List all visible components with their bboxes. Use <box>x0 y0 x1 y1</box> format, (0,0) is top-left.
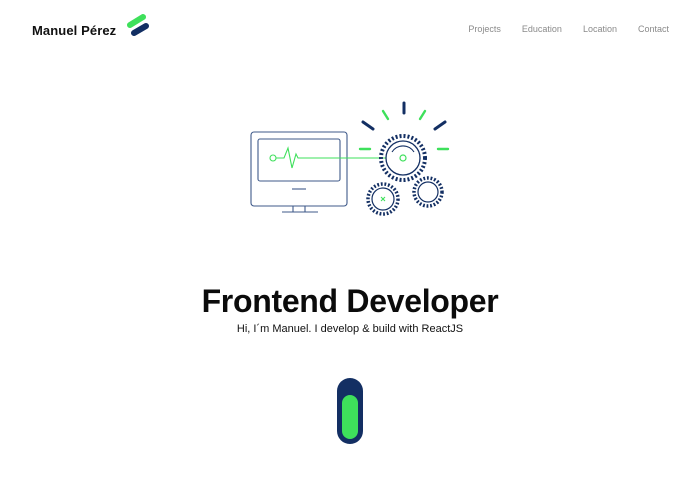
small-gear-icon <box>412 176 444 208</box>
hero-subtitle: Hi, I´m Manuel. I develop & build with R… <box>236 323 464 335</box>
scroll-knob <box>342 395 358 439</box>
small-gear-icon <box>366 182 400 216</box>
monitor-icon <box>250 131 348 213</box>
logo-icon <box>126 14 150 41</box>
nav-link-location[interactable]: Location <box>583 24 617 34</box>
large-gear-icon <box>379 134 427 182</box>
nav-link-contact[interactable]: Contact <box>638 24 669 34</box>
hero-illustration <box>238 96 458 225</box>
hero-title: Frontend Developer <box>201 283 499 320</box>
top-nav: Manuel Pérez Projects Education Location… <box>0 0 700 58</box>
nav-menu: Projects Education Location Contact <box>468 24 669 34</box>
nav-link-projects[interactable]: Projects <box>468 24 501 34</box>
brand-home-link[interactable]: Manuel Pérez <box>32 14 150 41</box>
nav-link-education[interactable]: Education <box>522 24 562 34</box>
scroll-toggle-icon[interactable] <box>337 378 363 444</box>
brand-name: Manuel Pérez <box>32 23 117 38</box>
